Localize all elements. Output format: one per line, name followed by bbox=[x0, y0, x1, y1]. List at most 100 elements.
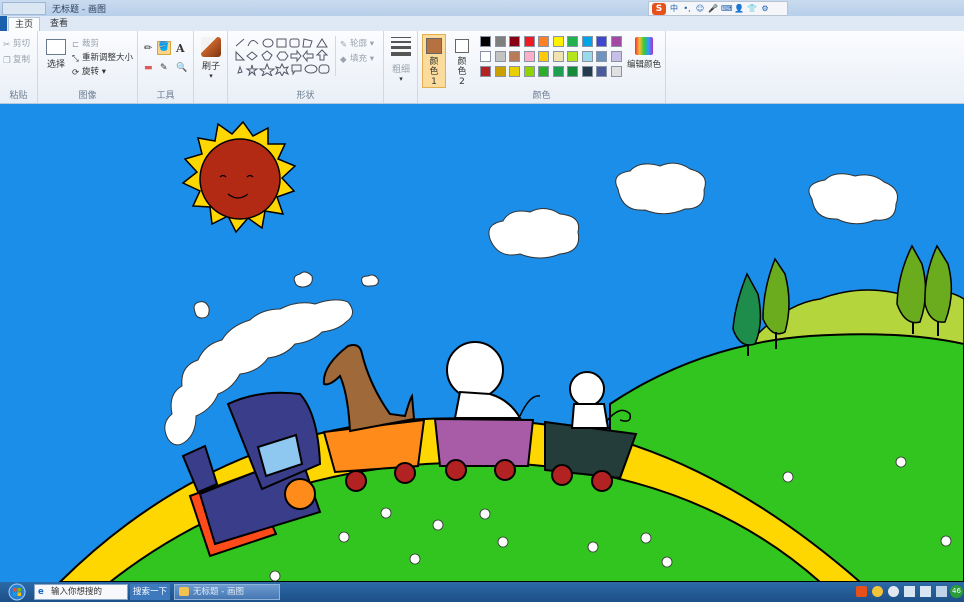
select-button[interactable]: 选择 bbox=[44, 39, 68, 70]
tray-app-icon[interactable] bbox=[872, 586, 883, 597]
curve-shape-icon[interactable] bbox=[247, 40, 259, 47]
ime-keyboard-icon[interactable]: ⌨ bbox=[721, 4, 733, 13]
brushes-group: 刷子 ▾ bbox=[194, 31, 228, 103]
five-point-star-shape-icon[interactable] bbox=[258, 62, 276, 76]
palette-swatch[interactable] bbox=[567, 36, 578, 47]
monkey-head bbox=[569, 371, 605, 407]
rect-callout-shape-icon[interactable] bbox=[291, 64, 302, 76]
color1-swatch bbox=[426, 38, 442, 54]
quick-access-toolbar[interactable] bbox=[2, 2, 46, 15]
ime-user-icon[interactable]: 👤 bbox=[734, 4, 744, 13]
brushes-button[interactable]: 刷子 ▾ bbox=[198, 37, 224, 80]
palette-swatch[interactable] bbox=[509, 51, 520, 62]
palette-swatch[interactable] bbox=[523, 51, 535, 62]
down-arrow-shape-icon[interactable] bbox=[237, 65, 243, 74]
diamond-shape-icon[interactable] bbox=[246, 51, 258, 61]
drawing-canvas[interactable] bbox=[0, 104, 964, 582]
palette-swatch[interactable] bbox=[509, 66, 520, 77]
palette-swatch[interactable] bbox=[567, 66, 578, 77]
palette-swatch[interactable] bbox=[581, 51, 593, 62]
fill-tool[interactable]: 🪣 bbox=[157, 41, 171, 55]
palette-swatch[interactable] bbox=[494, 36, 506, 47]
palette-swatch[interactable] bbox=[523, 36, 535, 47]
palette-swatch[interactable] bbox=[610, 66, 622, 77]
shapes-gallery[interactable] bbox=[232, 36, 336, 76]
ime-punctuation-icon[interactable]: •, bbox=[682, 4, 692, 13]
taskbar-search-button[interactable]: 搜索一下 bbox=[130, 584, 170, 600]
outline-button[interactable]: ✎ 轮廓 ▾ bbox=[340, 37, 374, 50]
color-picker-tool[interactable]: ✎ bbox=[160, 63, 168, 73]
ime-emoji-icon[interactable]: ☺ bbox=[695, 4, 705, 13]
start-button[interactable] bbox=[2, 583, 32, 601]
tab-home[interactable]: 主页 bbox=[8, 17, 40, 31]
sogou-logo-icon[interactable]: S bbox=[652, 2, 666, 15]
network-icon[interactable] bbox=[920, 586, 931, 597]
resize-button[interactable]: ⤡ 重新调整大小 bbox=[72, 51, 133, 64]
palette-swatch[interactable] bbox=[610, 36, 622, 47]
volume-icon[interactable] bbox=[904, 586, 915, 597]
palette-swatch[interactable] bbox=[538, 66, 549, 77]
right-triangle-shape-icon[interactable] bbox=[235, 50, 246, 61]
palette-swatch[interactable] bbox=[552, 36, 564, 47]
palette-swatch[interactable] bbox=[538, 51, 549, 62]
up-arrow-shape-icon[interactable] bbox=[315, 49, 329, 61]
pencil-tool[interactable]: ✏ bbox=[144, 43, 152, 54]
magnifier-tool[interactable]: 🔍 bbox=[176, 63, 187, 73]
six-point-star-shape-icon[interactable] bbox=[274, 62, 290, 76]
hexagon-shape-icon[interactable] bbox=[276, 51, 289, 61]
size-button[interactable]: 粗细 ▾ bbox=[388, 37, 414, 83]
taskbar-paint-task[interactable]: 无标题 - 画图 bbox=[174, 584, 280, 600]
copy-button[interactable]: ❐ 复制 bbox=[3, 53, 30, 66]
crop-button[interactable]: ⊏ 裁剪 bbox=[72, 37, 99, 50]
rotate-button[interactable]: ⟳ 旋转 ▾ bbox=[72, 65, 106, 78]
taskbar-search-input[interactable]: e 输入你想搜的 bbox=[34, 584, 128, 600]
text-tool[interactable]: A bbox=[176, 42, 185, 55]
fill-button[interactable]: ◆ 填充 ▾ bbox=[340, 52, 374, 65]
palette-swatch[interactable] bbox=[523, 66, 535, 77]
color1-button[interactable]: 颜色 1 bbox=[422, 34, 446, 88]
triangle-shape-icon[interactable] bbox=[316, 38, 328, 48]
file-menu-button[interactable] bbox=[0, 16, 7, 31]
palette-swatch[interactable] bbox=[480, 51, 491, 62]
palette-swatch[interactable] bbox=[494, 66, 506, 77]
ime-voice-icon[interactable]: 🎤 bbox=[708, 4, 718, 13]
cut-button[interactable]: ✂ 剪切 bbox=[3, 37, 30, 50]
left-arrow-shape-icon[interactable] bbox=[302, 49, 314, 63]
tab-view[interactable]: 查看 bbox=[46, 17, 72, 31]
four-point-star-shape-icon[interactable] bbox=[245, 64, 259, 76]
edit-colors-button[interactable]: 编辑颜色 bbox=[624, 37, 664, 70]
palette-swatch[interactable] bbox=[552, 51, 564, 62]
palette-swatch[interactable] bbox=[509, 36, 520, 47]
palette-swatch[interactable] bbox=[610, 51, 622, 62]
palette-swatch[interactable] bbox=[596, 36, 607, 47]
sogou-tray-icon[interactable] bbox=[856, 586, 867, 597]
palette-swatch[interactable] bbox=[581, 36, 593, 47]
eraser-tool[interactable]: ▬ bbox=[144, 63, 153, 73]
palette-swatch[interactable] bbox=[567, 51, 578, 62]
pentagon-shape-icon[interactable] bbox=[261, 50, 273, 61]
tray-badge[interactable]: 46 bbox=[950, 585, 963, 598]
flag-icon[interactable] bbox=[936, 586, 947, 597]
ime-toolbar[interactable]: S 中 •, ☺ 🎤 ⌨ 👤 👕 ⚙ bbox=[648, 1, 788, 16]
palette-swatch[interactable] bbox=[538, 36, 549, 47]
palette-swatch[interactable] bbox=[596, 66, 607, 77]
palette-swatch[interactable] bbox=[596, 51, 607, 62]
cloud-callout-shape-icon[interactable] bbox=[318, 64, 330, 74]
oval-shape-icon[interactable] bbox=[262, 38, 274, 48]
palette-swatch[interactable] bbox=[552, 66, 564, 77]
line-shape-icon[interactable] bbox=[235, 38, 245, 47]
polygon-shape-icon[interactable] bbox=[302, 38, 313, 48]
rounded-rect-shape-icon[interactable] bbox=[289, 38, 300, 48]
rectangle-shape-icon[interactable] bbox=[276, 38, 287, 48]
color2-button[interactable]: 颜色 2 bbox=[450, 34, 474, 88]
ime-skin-icon[interactable]: 👕 bbox=[747, 4, 757, 13]
palette-swatch[interactable] bbox=[480, 66, 491, 77]
ime-settings-icon[interactable]: ⚙ bbox=[760, 4, 770, 13]
ime-mode-chinese[interactable]: 中 bbox=[669, 3, 679, 14]
palette-swatch[interactable] bbox=[480, 36, 491, 47]
tray-app-icon-2[interactable] bbox=[888, 586, 899, 597]
oval-callout-shape-icon[interactable] bbox=[304, 64, 318, 74]
right-arrow-shape-icon[interactable] bbox=[290, 49, 302, 63]
palette-swatch[interactable] bbox=[581, 66, 593, 77]
palette-swatch[interactable] bbox=[494, 51, 506, 62]
